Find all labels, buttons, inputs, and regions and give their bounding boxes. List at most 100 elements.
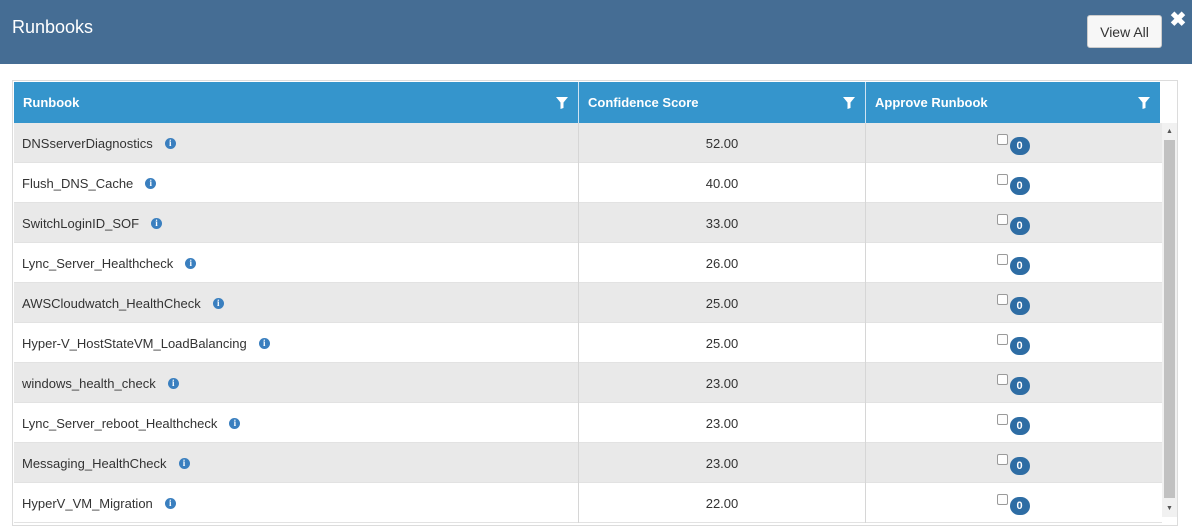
approve-runbook-cell: 0 <box>866 483 1160 523</box>
confidence-score: 23.00 <box>705 415 739 431</box>
runbook-name[interactable]: Hyper-V_HostStateVM_LoadBalancing <box>22 336 247 351</box>
runbook-cell: Messaging_HealthCheck i <box>14 443 579 483</box>
runbook-cell: Hyper-V_HostStateVM_LoadBalancing i <box>14 323 579 363</box>
approval-count-badge: 0 <box>1009 177 1030 195</box>
runbook-cell: windows_health_check i <box>14 363 579 403</box>
vertical-scrollbar[interactable]: ▲ ▼ <box>1162 123 1177 517</box>
approve-runbook-cell: 0 <box>866 443 1160 483</box>
confidence-score: 33.00 <box>705 215 739 231</box>
runbook-name[interactable]: Lync_Server_Healthcheck <box>22 256 173 271</box>
runbook-cell: SwitchLoginID_SOF i <box>14 203 579 243</box>
table-body: DNSserverDiagnostics i 52.00 0 Flush_DNS_Cac… <box>14 123 1162 525</box>
approval-count-badge: 0 <box>1009 417 1030 435</box>
runbook-name[interactable]: AWSCloudwatch_HealthCheck <box>22 296 201 311</box>
confidence-score-cell: 33.00 <box>579 203 866 243</box>
table-row[interactable]: Lync_Server_Healthcheck i 26.00 0 <box>14 243 1162 283</box>
runbook-name[interactable]: Lync_Server_reboot_Healthcheck <box>22 416 217 431</box>
table-row[interactable]: Flush_DNS_Cache i 40.00 0 <box>14 163 1162 203</box>
runbook-name[interactable]: SwitchLoginID_SOF <box>22 216 139 231</box>
confidence-score-cell: 25.00 <box>579 323 866 363</box>
scrollbar-thumb[interactable] <box>1164 140 1175 498</box>
approval-count-badge: 0 <box>1009 217 1030 235</box>
info-icon[interactable]: i <box>178 457 190 469</box>
filter-icon[interactable] <box>843 97 855 109</box>
approve-runbook-cell: 0 <box>866 283 1160 323</box>
confidence-score-cell: 25.00 <box>579 283 866 323</box>
runbook-name[interactable]: HyperV_VM_Migration <box>22 496 153 511</box>
confidence-score-cell: 40.00 <box>579 163 866 203</box>
column-label: Runbook <box>23 95 80 110</box>
info-icon[interactable]: i <box>151 217 163 229</box>
table-row[interactable]: windows_health_check i 23.00 0 <box>14 363 1162 403</box>
column-header-approve-runbook[interactable]: Approve Runbook <box>866 82 1160 123</box>
confidence-score: 23.00 <box>705 375 739 391</box>
scroll-down-arrow-icon[interactable]: ▼ <box>1162 500 1177 517</box>
approve-checkbox[interactable] <box>996 414 1008 425</box>
info-icon[interactable]: i <box>164 497 176 509</box>
runbook-cell: Lync_Server_Healthcheck i <box>14 243 579 283</box>
runbook-cell: DNSserverDiagnostics i <box>14 123 579 163</box>
confidence-score-cell: 26.00 <box>579 243 866 283</box>
approve-runbook-cell: 0 <box>866 243 1160 283</box>
runbook-name[interactable]: Flush_DNS_Cache <box>22 176 133 191</box>
info-icon[interactable]: i <box>145 177 157 189</box>
info-icon[interactable]: i <box>167 377 179 389</box>
approval-count-badge: 0 <box>1009 497 1030 515</box>
confidence-score: 52.00 <box>705 135 739 151</box>
confidence-score-cell: 23.00 <box>579 363 866 403</box>
info-icon[interactable]: i <box>212 297 224 309</box>
approve-runbook-cell: 0 <box>866 123 1160 163</box>
confidence-score: 23.00 <box>705 455 739 471</box>
confidence-score: 22.00 <box>705 495 739 511</box>
table-row[interactable]: SwitchLoginID_SOF i 33.00 0 <box>14 203 1162 243</box>
approve-checkbox[interactable] <box>996 454 1008 465</box>
close-icon[interactable]: ✖ <box>1169 10 1187 30</box>
approve-checkbox[interactable] <box>996 134 1008 145</box>
approve-runbook-cell: 0 <box>866 403 1160 443</box>
confidence-score-cell: 23.00 <box>579 443 866 483</box>
approve-runbook-cell: 0 <box>866 323 1160 363</box>
info-icon[interactable]: i <box>229 417 241 429</box>
table-row[interactable]: Hyper-V_HostStateVM_LoadBalancing i 25.00 0 <box>14 323 1162 363</box>
runbook-name[interactable]: DNSserverDiagnostics <box>22 136 153 151</box>
column-label: Confidence Score <box>588 95 699 110</box>
approval-count-badge: 0 <box>1009 337 1030 355</box>
table-row[interactable]: Messaging_HealthCheck i 23.00 0 <box>14 443 1162 483</box>
runbook-name[interactable]: Messaging_HealthCheck <box>22 456 167 471</box>
scroll-up-arrow-icon[interactable]: ▲ <box>1162 123 1177 140</box>
approve-runbook-cell: 0 <box>866 203 1160 243</box>
confidence-score: 40.00 <box>705 175 739 191</box>
info-icon[interactable]: i <box>185 257 197 269</box>
confidence-score: 25.00 <box>705 335 739 351</box>
view-all-button[interactable]: View All <box>1087 15 1162 48</box>
table-row[interactable]: DNSserverDiagnostics i 52.00 0 <box>14 123 1162 163</box>
approval-count-badge: 0 <box>1009 257 1030 275</box>
approve-checkbox[interactable] <box>996 254 1008 265</box>
table-row[interactable]: AWSCloudwatch_HealthCheck i 25.00 0 <box>14 283 1162 323</box>
runbooks-table-panel: Runbook Confidence Score Approve Runbook… <box>12 80 1178 526</box>
runbook-name[interactable]: windows_health_check <box>22 376 156 391</box>
table-row[interactable]: Lync_Server_reboot_Healthcheck i 23.00 0 <box>14 403 1162 443</box>
approve-checkbox[interactable] <box>996 294 1008 305</box>
confidence-score: 26.00 <box>705 255 739 271</box>
column-header-runbook[interactable]: Runbook <box>14 82 579 123</box>
table-row[interactable]: HyperV_VM_Migration i 22.00 0 <box>14 483 1162 523</box>
info-icon[interactable]: i <box>164 137 176 149</box>
approve-checkbox[interactable] <box>996 214 1008 225</box>
approval-count-badge: 0 <box>1009 297 1030 315</box>
filter-icon[interactable] <box>1138 97 1150 109</box>
approve-checkbox[interactable] <box>996 174 1008 185</box>
runbook-cell: HyperV_VM_Migration i <box>14 483 579 523</box>
column-header-confidence-score[interactable]: Confidence Score <box>579 82 866 123</box>
approval-count-badge: 0 <box>1009 377 1030 395</box>
info-icon[interactable]: i <box>258 337 270 349</box>
dialog-header: Runbooks View All ✖ <box>0 0 1192 64</box>
approve-checkbox[interactable] <box>996 334 1008 345</box>
approve-runbook-cell: 0 <box>866 163 1160 203</box>
confidence-score-cell: 23.00 <box>579 403 866 443</box>
filter-icon[interactable] <box>556 97 568 109</box>
column-label: Approve Runbook <box>875 95 988 110</box>
table-header: Runbook Confidence Score Approve Runbook <box>14 82 1160 123</box>
approve-checkbox[interactable] <box>996 374 1008 385</box>
approve-checkbox[interactable] <box>996 494 1008 505</box>
